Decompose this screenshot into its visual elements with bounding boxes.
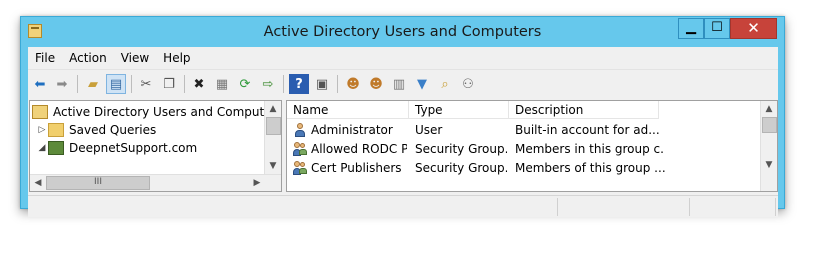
- group-icon: [293, 142, 307, 156]
- tree-root-label: Active Directory Users and Computers [V: [53, 105, 282, 119]
- collapse-arrow-icon[interactable]: ◢: [36, 143, 48, 153]
- filter-icon[interactable]: ▼: [412, 74, 432, 94]
- row-name: Administrator: [311, 123, 393, 137]
- menu-bar: File Action View Help: [28, 49, 198, 68]
- toolbar-separator: [184, 75, 185, 93]
- aduc-root-icon: [32, 105, 48, 119]
- properties-icon[interactable]: ▦: [212, 74, 232, 94]
- up-folder-icon[interactable]: ▰: [83, 74, 103, 94]
- column-header-name[interactable]: Name: [287, 101, 409, 119]
- scroll-left-icon[interactable]: ◀: [30, 175, 46, 191]
- tree-vertical-scrollbar[interactable]: ▲ ▼: [264, 101, 281, 175]
- tree-horizontal-scrollbar[interactable]: ◀ III ▶: [30, 174, 281, 191]
- list-row[interactable]: Cert Publishers Security Group... Member…: [287, 159, 761, 178]
- status-cell: [28, 198, 558, 216]
- close-button[interactable]: ✕: [730, 18, 777, 39]
- maximize-button[interactable]: ☐: [704, 18, 730, 39]
- window-title: Active Directory Users and Computers: [263, 24, 542, 40]
- status-cell: [558, 198, 690, 216]
- scroll-down-icon[interactable]: ▼: [761, 157, 777, 173]
- new-ou-icon[interactable]: ▥: [389, 74, 409, 94]
- menu-file[interactable]: File: [28, 49, 62, 68]
- row-name: Cert Publishers: [311, 161, 402, 175]
- cut-icon[interactable]: ✂: [136, 74, 156, 94]
- row-description: Built-in account for ad...: [515, 123, 660, 137]
- group-icon: [293, 161, 307, 175]
- list-row[interactable]: Administrator User Built-in account for …: [287, 121, 761, 140]
- status-cell: [690, 198, 776, 216]
- refresh-icon[interactable]: ⟳: [235, 74, 255, 94]
- tree-item-label: Saved Queries: [69, 123, 157, 137]
- console-icon[interactable]: ▣: [312, 74, 332, 94]
- details-pane: Name Type Description Administrator User…: [286, 100, 778, 192]
- minimize-button[interactable]: ▁: [678, 18, 704, 39]
- toolbar-separator: [77, 75, 78, 93]
- scroll-thumb-grip[interactable]: III: [46, 176, 150, 190]
- new-user-icon[interactable]: ☻: [343, 74, 363, 94]
- scroll-thumb[interactable]: [266, 117, 281, 135]
- tree-item-label: DeepnetSupport.com: [69, 141, 198, 155]
- scroll-thumb[interactable]: [762, 117, 777, 133]
- row-name: Allowed RODC P...: [311, 142, 407, 156]
- list-row[interactable]: Allowed RODC P... Security Group... Memb…: [287, 140, 761, 159]
- column-header-type[interactable]: Type: [409, 101, 509, 119]
- new-group-icon[interactable]: ☻: [366, 74, 386, 94]
- show-hide-tree-icon[interactable]: ▤: [106, 74, 126, 94]
- row-type: Security Group...: [415, 161, 507, 175]
- toolbar: ⬅ ➡ ▰ ▤ ✂ ❐ ✖ ▦ ⟳ ⇨ ? ▣ ☻ ☻ ▥ ▼ ⌕ ⚇: [28, 69, 778, 97]
- toolbar-separator: [131, 75, 132, 93]
- user-icon: [293, 123, 307, 137]
- tree-item-domain[interactable]: ◢ DeepnetSupport.com: [36, 139, 197, 157]
- app-window: Active Directory Users and Computers ▁ ☐…: [20, 16, 785, 217]
- help-icon[interactable]: ?: [289, 74, 309, 94]
- title-bar[interactable]: Active Directory Users and Computers ▁ ☐…: [21, 17, 784, 46]
- find-icon[interactable]: ⌕: [435, 74, 455, 94]
- client-area: File Action View Help ⬅ ➡ ▰ ▤ ✂ ❐ ✖ ▦ ⟳ …: [28, 47, 778, 217]
- copy-icon[interactable]: ❐: [159, 74, 179, 94]
- row-description: Members of this group ...: [515, 161, 665, 175]
- add-to-group-icon[interactable]: ⚇: [458, 74, 478, 94]
- delete-icon[interactable]: ✖: [189, 74, 209, 94]
- folder-icon: [48, 123, 64, 137]
- column-header-description[interactable]: Description: [509, 101, 659, 119]
- back-icon[interactable]: ⬅: [30, 74, 50, 94]
- list-vertical-scrollbar[interactable]: ▲ ▼: [760, 101, 777, 191]
- menu-view[interactable]: View: [114, 49, 156, 68]
- status-bar: [28, 195, 778, 217]
- tree-pane: Active Directory Users and Computers [V …: [29, 100, 282, 192]
- scroll-up-icon[interactable]: ▲: [761, 101, 777, 117]
- export-list-icon[interactable]: ⇨: [258, 74, 278, 94]
- forward-icon[interactable]: ➡: [52, 74, 72, 94]
- domain-icon: [48, 141, 64, 155]
- row-description: Members in this group c...: [515, 142, 665, 156]
- scroll-up-icon[interactable]: ▲: [265, 101, 281, 117]
- expand-arrow-icon[interactable]: ▷: [36, 125, 48, 135]
- row-type: Security Group...: [415, 142, 507, 156]
- scroll-down-icon[interactable]: ▼: [265, 158, 281, 174]
- tree-item-saved-queries[interactable]: ▷ Saved Queries: [36, 121, 156, 139]
- row-type: User: [415, 123, 443, 137]
- scroll-right-icon[interactable]: ▶: [249, 175, 265, 191]
- toolbar-separator: [337, 75, 338, 93]
- tree-root[interactable]: Active Directory Users and Computers [V: [32, 103, 282, 121]
- menu-action[interactable]: Action: [62, 49, 114, 68]
- toolbar-separator: [283, 75, 284, 93]
- menu-help[interactable]: Help: [156, 49, 197, 68]
